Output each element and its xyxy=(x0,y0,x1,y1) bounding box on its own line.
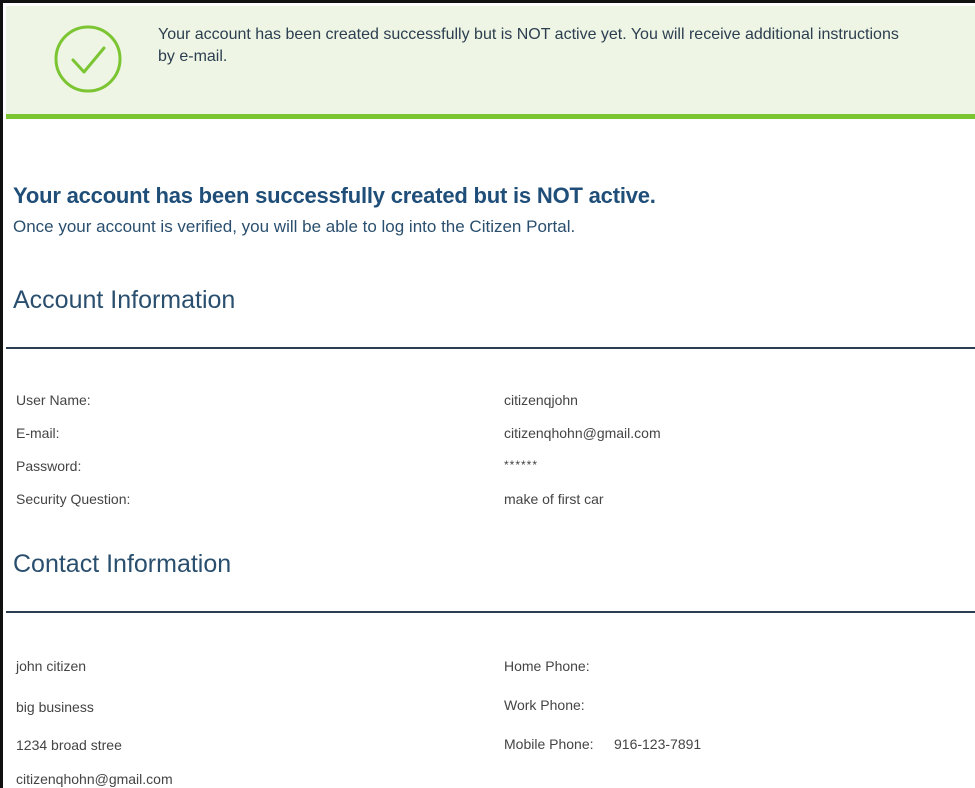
success-banner: Your account has been created successful… xyxy=(6,6,975,119)
contact-information-heading: Contact Information xyxy=(13,550,232,578)
banner-message: Your account has been created successful… xyxy=(158,26,899,65)
work-phone-label: Work Phone: xyxy=(504,697,585,713)
security-question-label: Security Question: xyxy=(16,491,131,507)
mobile-phone-label: Mobile Phone: xyxy=(504,736,594,752)
user-name-label: User Name: xyxy=(16,392,91,408)
password-label: Password: xyxy=(16,458,82,474)
email-label: E-mail: xyxy=(16,425,60,441)
page-subtitle: Once your account is verified, you will … xyxy=(13,217,576,236)
security-question-value: make of first car xyxy=(504,491,604,507)
contact-name: john citizen xyxy=(16,658,87,674)
account-section-divider xyxy=(6,347,975,349)
contact-address: 1234 broad stree xyxy=(16,737,122,753)
contact-company: big business xyxy=(16,699,94,715)
page-frame: Your account has been created successful… xyxy=(0,0,975,788)
password-value: ****** xyxy=(504,458,539,472)
email-value: citizenqhohn@gmail.com xyxy=(504,425,661,441)
account-information-heading: Account Information xyxy=(13,286,236,314)
contact-email: citizenqhohn@gmail.com xyxy=(16,771,173,787)
page-title: Your account has been successfully creat… xyxy=(13,183,656,208)
contact-section-divider xyxy=(6,611,975,613)
check-circle-icon xyxy=(54,25,122,93)
user-name-value: citizenqjohn xyxy=(504,392,578,408)
home-phone-label: Home Phone: xyxy=(504,658,590,674)
mobile-phone-value: 916-123-7891 xyxy=(614,736,702,752)
